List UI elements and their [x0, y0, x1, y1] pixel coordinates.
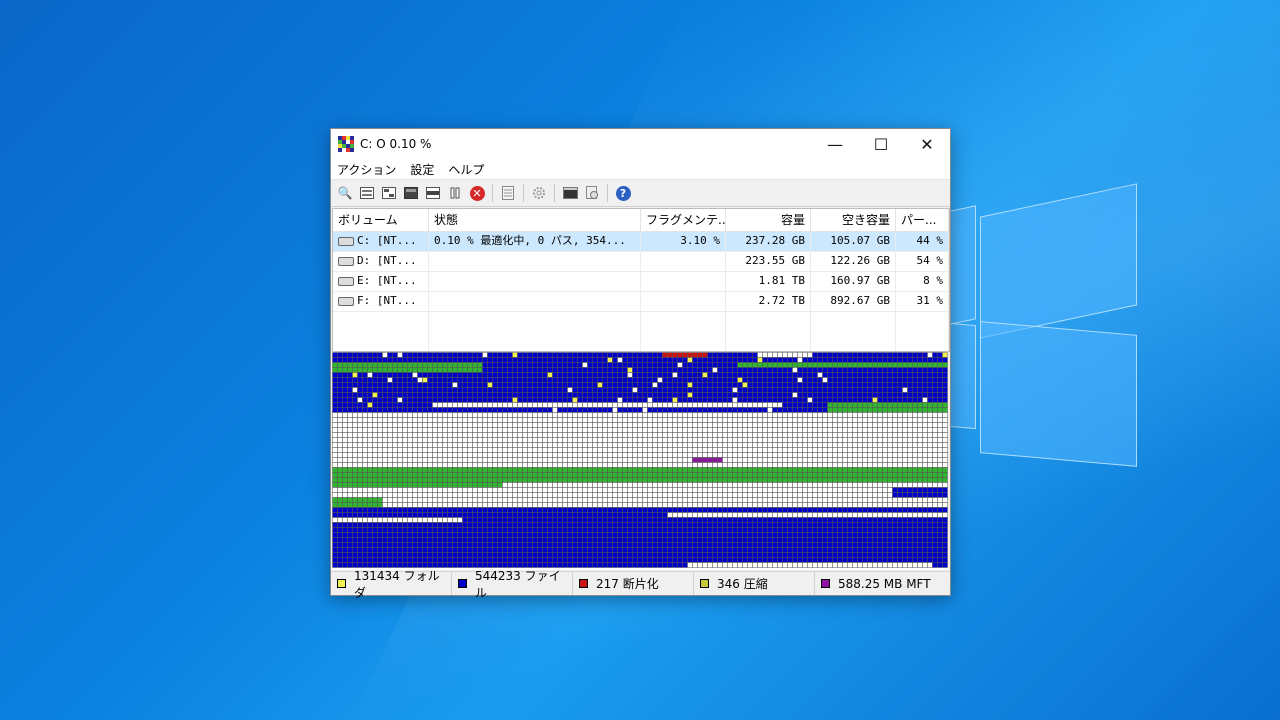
help-icon[interactable]: ? [612, 182, 634, 204]
title-bar[interactable]: C: O 0.10 % — ☐ ✕ [331, 129, 950, 159]
volume-percent: 44 % [896, 232, 949, 251]
volume-capacity: 2.72 TB [726, 292, 811, 311]
volume-name: E: [NT... [357, 274, 417, 287]
status-bar: 131434 フォルダ 544233 ファイル 217 断片化 346 圧縮 5… [331, 569, 950, 600]
close-button[interactable]: ✕ [904, 129, 950, 159]
volume-row-c[interactable]: C: [NT... 0.10 % 最適化中, 0 パス, 354... 3.10… [333, 232, 949, 252]
analyze-icon[interactable] [356, 182, 378, 204]
volume-list: ボリューム 状態 フラグメンテ... 容量 空き容量 パー... C: [NT.… [332, 208, 950, 352]
window-title: C: O 0.10 % [360, 137, 432, 151]
ultradefrag-window: C: O 0.10 % — ☐ ✕ アクション 設定 ヘルプ 🔍 ✕ ? ボリュ… [330, 128, 951, 600]
menu-action[interactable]: アクション [337, 161, 396, 178]
volume-fragmentation [641, 292, 726, 311]
volume-percent: 8 % [896, 272, 949, 291]
volume-free: 105.07 GB [811, 232, 896, 251]
volume-fragmentation [641, 252, 726, 271]
hard-drive-icon [338, 276, 354, 286]
search-icon[interactable]: 🔍 [334, 182, 356, 204]
volume-percent: 31 % [896, 292, 949, 311]
pause-icon[interactable] [444, 182, 466, 204]
column-header-fragmentation[interactable]: フラグメンテ... [641, 209, 726, 231]
full-optimize-icon[interactable] [422, 182, 444, 204]
mft-size: 588.25 MB MFT [838, 576, 931, 591]
volume-name: F: [NT... [357, 294, 417, 307]
boot-time-icon[interactable] [581, 182, 603, 204]
folders-count: 131434 フォルダ [353, 568, 440, 600]
fragmented-legend-swatch [579, 579, 588, 588]
cluster-map [332, 352, 948, 570]
status-files: 544233 ファイル [452, 569, 573, 600]
report-icon[interactable] [497, 182, 519, 204]
menu-settings[interactable]: 設定 [410, 161, 434, 178]
status-folders: 131434 フォルダ [331, 569, 452, 600]
volume-fragmentation [641, 272, 726, 291]
folder-legend-swatch [337, 579, 346, 588]
toolbar: 🔍 ✕ ? [331, 180, 950, 207]
hard-drive-icon [338, 256, 354, 266]
volume-fragmentation: 3.10 % [641, 232, 726, 251]
app-icon [338, 136, 354, 152]
volume-status: 0.10 % 最適化中, 0 パス, 354... [429, 232, 641, 251]
volume-row-d[interactable]: D: [NT... 223.55 GB 122.26 GB 54 % [333, 252, 949, 272]
volume-list-empty-area [333, 312, 949, 351]
volume-free: 122.26 GB [811, 252, 896, 271]
volume-row-e[interactable]: E: [NT... 1.81 TB 160.97 GB 8 % [333, 272, 949, 292]
toolbar-separator [492, 184, 493, 202]
volume-status [429, 252, 641, 271]
stop-icon[interactable]: ✕ [466, 182, 488, 204]
settings-icon[interactable] [528, 182, 550, 204]
status-fragmented: 217 断片化 [573, 572, 694, 595]
compressed-legend-swatch [700, 579, 709, 588]
maximize-button[interactable]: ☐ [858, 129, 904, 159]
file-legend-swatch [458, 579, 467, 588]
mft-legend-swatch [821, 579, 830, 588]
volume-capacity: 1.81 TB [726, 272, 811, 291]
cluster-map-canvas [332, 352, 948, 568]
hard-drive-icon [338, 236, 354, 246]
hard-drive-icon [338, 296, 354, 306]
defrag-icon[interactable] [378, 182, 400, 204]
column-header-status[interactable]: 状態 [429, 209, 641, 231]
menu-help[interactable]: ヘルプ [448, 161, 484, 178]
volume-list-header: ボリューム 状態 フラグメンテ... 容量 空き容量 パー... [333, 209, 949, 232]
volume-status [429, 292, 641, 311]
fragmented-count: 217 断片化 [596, 577, 659, 591]
toolbar-separator [554, 184, 555, 202]
toolbar-separator [523, 184, 524, 202]
column-header-volume[interactable]: ボリューム [333, 209, 429, 231]
windows-logo-wallpaper [950, 180, 1140, 470]
column-header-capacity[interactable]: 容量 [726, 209, 811, 231]
volume-name: C: [NT... [357, 234, 417, 247]
volume-free: 160.97 GB [811, 272, 896, 291]
volume-name: D: [NT... [357, 254, 417, 267]
status-compressed: 346 圧縮 [694, 572, 815, 595]
column-header-percent[interactable]: パー... [896, 209, 949, 231]
column-header-free[interactable]: 空き容量 [811, 209, 896, 231]
volume-free: 892.67 GB [811, 292, 896, 311]
console-icon[interactable] [559, 182, 581, 204]
minimize-button[interactable]: — [812, 129, 858, 159]
volume-row-f[interactable]: F: [NT... 2.72 TB 892.67 GB 31 % [333, 292, 949, 312]
quick-optimize-icon[interactable] [400, 182, 422, 204]
menu-bar: アクション 設定 ヘルプ [331, 159, 950, 180]
status-mft: 588.25 MB MFT [815, 572, 950, 595]
volume-status [429, 272, 641, 291]
compressed-count: 346 圧縮 [717, 577, 768, 591]
volume-capacity: 223.55 GB [726, 252, 811, 271]
volume-percent: 54 % [896, 252, 949, 271]
files-count: 544233 ファイル [474, 568, 561, 600]
volume-capacity: 237.28 GB [726, 232, 811, 251]
toolbar-separator [607, 184, 608, 202]
